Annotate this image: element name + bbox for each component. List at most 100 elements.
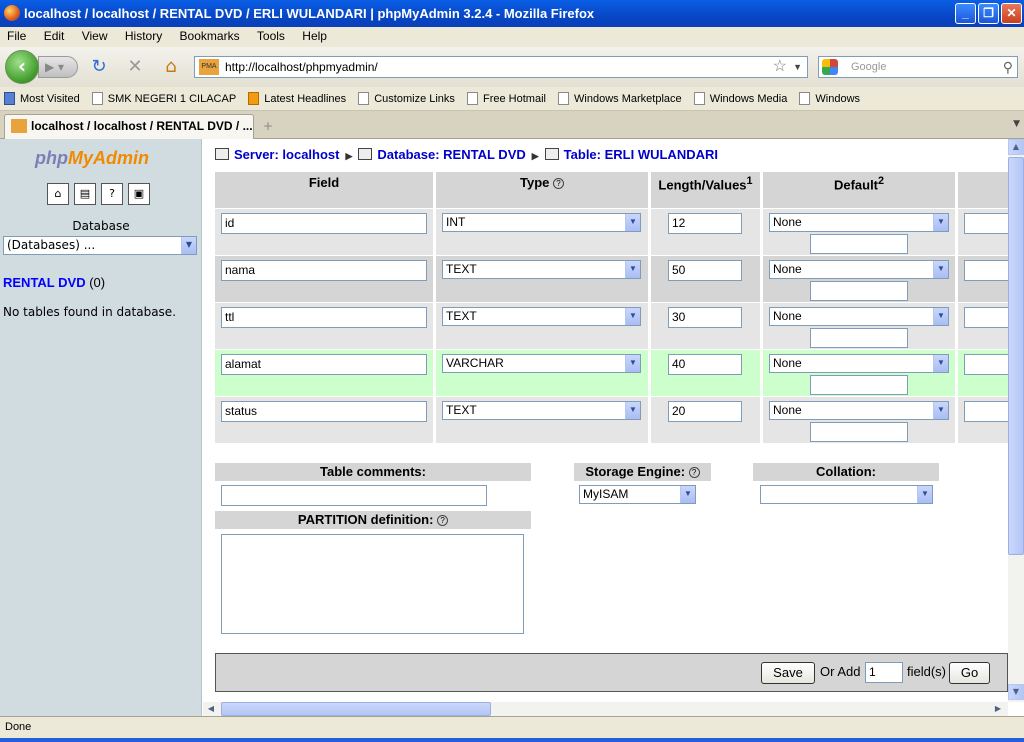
stop-icon[interactable]: ✕ [124, 56, 146, 78]
bookmark-free-hotmail[interactable]: Free Hotmail [463, 87, 551, 111]
sql-query-icon[interactable]: ▤ [74, 183, 96, 205]
field-default-select[interactable]: None ▼ [769, 260, 949, 279]
breadcrumb-server[interactable]: Server: localhost [234, 147, 340, 162]
bookmark-most-visited[interactable]: Most Visited [0, 87, 85, 111]
field-type-select[interactable]: TEXT ▼ [442, 401, 641, 420]
partition-definition-textarea[interactable] [221, 534, 524, 634]
breadcrumb-database[interactable]: Database: RENTAL DVD [377, 147, 525, 162]
menu-tools[interactable]: Tools [250, 27, 292, 45]
add-fields-count-input[interactable]: 1 [865, 662, 903, 683]
field-collation-select[interactable] [964, 260, 1008, 281]
bookmark-latest-headlines[interactable]: Latest Headlines [244, 87, 351, 111]
collation-select[interactable]: ▼ [760, 485, 933, 504]
mysql-docs-icon[interactable]: ▣ [128, 183, 150, 205]
url-bar[interactable]: PMA http://localhost/phpmyadmin/ ☆ ▼ [194, 56, 808, 78]
field-default-select[interactable]: None ▼ [769, 401, 949, 420]
default-value-input[interactable] [810, 422, 908, 442]
menu-help[interactable]: Help [295, 27, 334, 45]
field-default-select[interactable]: None ▼ [769, 213, 949, 232]
bookmark-smk[interactable]: SMK NEGERI 1 CILACAP [88, 87, 241, 111]
menu-history[interactable]: History [118, 27, 169, 45]
default-value-input[interactable] [810, 328, 908, 348]
menu-edit[interactable]: Edit [37, 27, 72, 45]
maximize-button[interactable]: ❐ [978, 3, 999, 24]
field-type-select[interactable]: INT ▼ [442, 213, 641, 232]
menu-file[interactable]: File [0, 27, 33, 45]
help-icon[interactable]: ? [437, 515, 449, 526]
field-type-select[interactable]: TEXT ▼ [442, 307, 641, 326]
field-type-select[interactable]: TEXT ▼ [442, 260, 641, 279]
table-row: ttl TEXT ▼ 30 None ▼ [215, 303, 1008, 349]
go-button[interactable]: Go [949, 662, 990, 684]
field-collation-select[interactable] [964, 401, 1008, 422]
field-name-input[interactable]: id [221, 213, 427, 234]
bookmark-windows[interactable]: Windows [795, 87, 865, 111]
google-icon[interactable] [822, 59, 838, 75]
home-icon[interactable]: ⌂ [160, 56, 182, 78]
help-icon[interactable]: ? [553, 178, 564, 189]
storage-engine-select[interactable]: MyISAM ▼ [579, 485, 696, 504]
search-input[interactable]: Google ⚲ [818, 56, 1018, 78]
scrollbar-thumb[interactable] [1008, 157, 1024, 555]
bookmark-star-icon[interactable]: ☆ [773, 57, 787, 77]
field-length-input[interactable]: 12 [668, 213, 742, 234]
scrollbar-thumb[interactable] [221, 702, 491, 716]
scroll-left-icon[interactable]: ◀ [203, 702, 219, 716]
tab-list-icon[interactable]: ▼ [1013, 119, 1020, 129]
default-value-input[interactable] [810, 234, 908, 254]
save-button[interactable]: Save [761, 662, 815, 684]
database-select[interactable]: (Databases) ... ▼ [3, 236, 197, 255]
reload-icon[interactable]: ↻ [88, 56, 110, 78]
field-name-input[interactable]: ttl [221, 307, 427, 328]
field-collation-select[interactable] [964, 307, 1008, 328]
field-default-select[interactable]: None ▼ [769, 354, 949, 373]
scroll-down-icon[interactable]: ▼ [1008, 684, 1024, 700]
phpmyadmin-logo[interactable]: phpMyAdmin [35, 148, 149, 169]
minimize-button[interactable]: _ [955, 3, 976, 24]
url-text: http://localhost/phpmyadmin/ [225, 60, 378, 74]
bookmark-customize-links[interactable]: Customize Links [354, 87, 460, 111]
table-comments-input[interactable] [221, 485, 487, 506]
bookmark-windows-media[interactable]: Windows Media [690, 87, 793, 111]
field-name-input[interactable]: alamat [221, 354, 427, 375]
breadcrumb-table[interactable]: Table: ERLI WULANDARI [564, 147, 718, 162]
table-row: id INT ▼ 12 None ▼ [215, 209, 1008, 255]
field-length-input[interactable]: 50 [668, 260, 742, 281]
field-default-select[interactable]: None ▼ [769, 307, 949, 326]
field-name-input[interactable]: status [221, 401, 427, 422]
field-type-select[interactable]: VARCHAR ▼ [442, 354, 641, 373]
field-length-input[interactable]: 40 [668, 354, 742, 375]
horizontal-scrollbar[interactable]: ◀ ▶ [203, 702, 1008, 716]
tab-phpmyadmin[interactable]: localhost / localhost / RENTAL DVD / ... [4, 114, 254, 139]
default-value-input[interactable] [810, 281, 908, 301]
database-link[interactable]: RENTAL DVD (0) [3, 275, 105, 290]
bookmark-windows-marketplace[interactable]: Windows Marketplace [554, 87, 687, 111]
new-tab-button[interactable]: + [256, 115, 280, 137]
search-icon[interactable]: ⚲ [1003, 57, 1013, 77]
forward-button[interactable]: ▶ ▾ [38, 56, 78, 78]
vertical-scrollbar[interactable]: ▲ ▼ [1008, 139, 1024, 702]
back-button[interactable]: ‹ [5, 50, 39, 84]
field-length-input[interactable]: 20 [668, 401, 742, 422]
field-name-input[interactable]: nama [221, 260, 427, 281]
table-icon [544, 148, 559, 160]
page-icon [358, 92, 370, 105]
default-value-input[interactable] [810, 375, 908, 395]
table-row: alamat VARCHAR ▼ 40 None ▼ [215, 350, 1008, 396]
search-placeholder: Google [851, 61, 887, 73]
field-length-input[interactable]: 30 [668, 307, 742, 328]
home-icon[interactable]: ⌂ [47, 183, 69, 205]
field-collation-select[interactable] [964, 354, 1008, 375]
scroll-right-icon[interactable]: ▶ [990, 702, 1006, 716]
menu-bookmarks[interactable]: Bookmarks [173, 27, 247, 45]
menu-view[interactable]: View [75, 27, 115, 45]
column-header-collation [958, 172, 1008, 208]
partition-label: PARTITION definition: ? [215, 511, 531, 529]
close-window-button[interactable]: ✕ [1001, 3, 1022, 24]
url-dropdown-icon[interactable]: ▼ [793, 57, 802, 77]
help-icon[interactable]: ? [688, 467, 700, 478]
chevron-down-icon: ▼ [917, 486, 932, 503]
documentation-icon[interactable]: ? [101, 183, 123, 205]
field-collation-select[interactable] [964, 213, 1008, 234]
scroll-up-icon[interactable]: ▲ [1008, 139, 1024, 155]
